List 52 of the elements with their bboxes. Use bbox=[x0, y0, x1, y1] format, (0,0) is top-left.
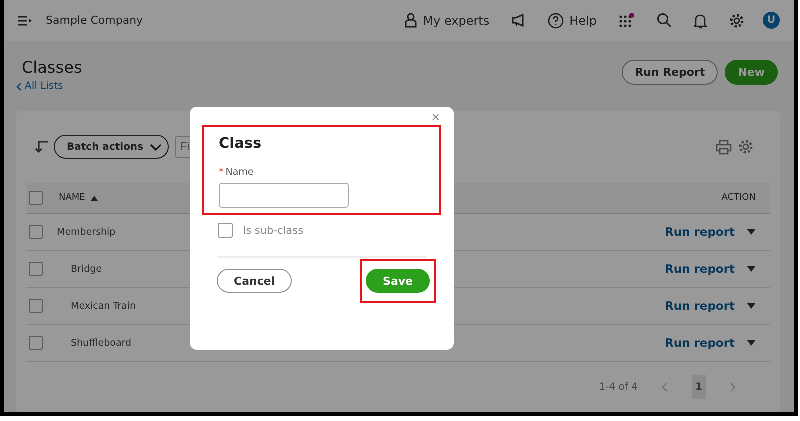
table-cell-text: Bridge bbox=[70, 264, 102, 274]
chevron-down-icon bbox=[150, 144, 162, 150]
chevron-left-icon bbox=[16, 82, 22, 91]
apps-grid-icon[interactable] bbox=[619, 13, 635, 28]
close-button[interactable]: × bbox=[432, 110, 440, 124]
caret-icon[interactable] bbox=[747, 266, 756, 272]
sub-class-checkbox[interactable] bbox=[218, 223, 233, 238]
search-icon[interactable] bbox=[657, 13, 672, 28]
help-icon bbox=[548, 12, 564, 29]
person-icon bbox=[405, 13, 418, 28]
select-all-checkbox[interactable] bbox=[29, 191, 43, 205]
table-cell-text: Mexican Train bbox=[70, 300, 136, 312]
settings-icon[interactable] bbox=[729, 12, 745, 29]
table-cell-text: Shuffleboard bbox=[70, 338, 132, 348]
required-mark: * bbox=[219, 167, 224, 178]
run-report-button[interactable]: Run Report bbox=[622, 60, 718, 86]
help-button[interactable]: Help bbox=[548, 12, 597, 29]
run-report-link[interactable]: Run report bbox=[664, 336, 735, 350]
checkbox-label: Is sub-class bbox=[243, 224, 304, 236]
name-field[interactable] bbox=[219, 183, 349, 208]
column-header: ACTION bbox=[722, 193, 756, 203]
field-label: Name bbox=[226, 167, 254, 178]
caret-icon[interactable] bbox=[747, 229, 756, 235]
megaphone-icon[interactable] bbox=[512, 14, 526, 28]
page-range: 1-4 of 4 bbox=[599, 382, 638, 392]
row-checkbox[interactable] bbox=[29, 336, 43, 350]
run-report-link[interactable]: Run report bbox=[664, 299, 735, 313]
back-arrow-icon[interactable] bbox=[34, 140, 50, 154]
dialog-title: Class bbox=[219, 136, 262, 152]
row-checkbox[interactable] bbox=[29, 299, 43, 313]
column-header[interactable]: NAME bbox=[59, 193, 98, 203]
settings-icon[interactable] bbox=[738, 139, 754, 155]
avatar[interactable]: U bbox=[763, 12, 780, 30]
page-button[interactable]: 1 bbox=[692, 375, 706, 399]
back-link[interactable]: All Lists bbox=[16, 81, 82, 92]
row-checkbox[interactable] bbox=[29, 225, 43, 239]
menu-icon[interactable] bbox=[18, 16, 32, 26]
caret-icon[interactable] bbox=[747, 303, 756, 309]
print-icon[interactable] bbox=[716, 140, 732, 154]
batch-actions-button[interactable]: Batch actions bbox=[54, 135, 169, 159]
company-name: Sample Company bbox=[46, 14, 144, 28]
run-report-link[interactable]: Run report bbox=[664, 262, 735, 276]
save-button[interactable]: Save bbox=[366, 269, 430, 293]
row-checkbox[interactable] bbox=[29, 262, 43, 276]
caret-icon[interactable] bbox=[747, 340, 756, 346]
new-button[interactable]: New bbox=[725, 60, 778, 86]
cancel-button[interactable]: Cancel bbox=[217, 269, 292, 293]
table-cell-text: Membership bbox=[56, 226, 116, 238]
bell-icon[interactable] bbox=[694, 12, 707, 29]
run-report-link[interactable]: Run report bbox=[664, 225, 735, 239]
my-experts-button[interactable]: My experts bbox=[405, 13, 490, 28]
page-title: Classes bbox=[22, 58, 82, 78]
